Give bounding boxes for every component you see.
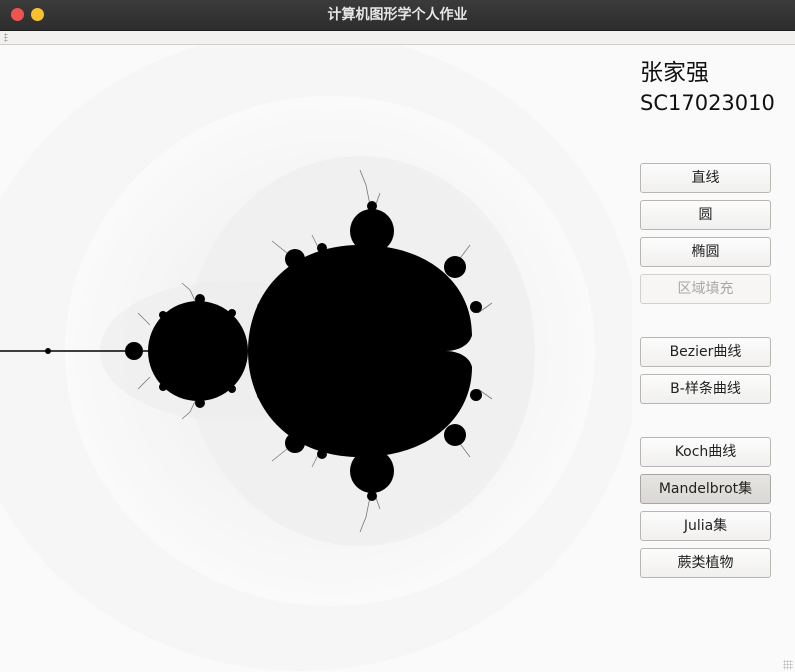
lower-small-bulb	[317, 449, 327, 459]
ellipse-button[interactable]: 椭圆	[640, 237, 771, 267]
upper-left-bulb	[285, 249, 305, 269]
left-top-mini	[257, 302, 267, 312]
b-spline-curve-button[interactable]: B-样条曲线	[640, 374, 771, 404]
toolbar-grip-icon[interactable]	[4, 33, 8, 42]
right-upper-mini	[470, 301, 482, 313]
circle-button[interactable]: 圆	[640, 200, 771, 230]
author-name: 张家强	[640, 60, 709, 86]
title-bar: 计算机图形学个人作业	[0, 0, 795, 31]
koch-curve-button[interactable]: Koch曲线	[640, 437, 771, 467]
toolbar-strip	[0, 31, 795, 45]
top-bulb	[350, 209, 394, 253]
upper-small-bulb	[317, 243, 327, 253]
mandelbrot-set-button[interactable]: Mandelbrot集	[640, 474, 771, 504]
left-bottom-mini	[257, 390, 267, 400]
region-fill-button: 区域填充	[640, 274, 771, 304]
drawing-canvas[interactable]	[0, 45, 632, 672]
student-id: SC17023010	[640, 91, 775, 115]
p2-upper-mini	[195, 294, 205, 304]
top-mini-bulb	[367, 201, 377, 211]
p2-lower-mini	[195, 398, 205, 408]
line-button[interactable]: 直线	[640, 163, 771, 193]
p2-lower-right-mini	[228, 385, 236, 393]
right-lower-mini	[470, 389, 482, 401]
lower-right-bulb	[444, 424, 466, 446]
bottom-bulb	[350, 449, 394, 493]
bottom-mini-bulb	[367, 491, 377, 501]
p2-upper-right-mini	[228, 309, 236, 317]
julia-set-button[interactable]: Julia集	[640, 511, 771, 541]
lower-left-bulb	[285, 433, 305, 453]
fern-button[interactable]: 蕨类植物	[640, 548, 771, 578]
p2-lower-left-mini	[159, 383, 167, 391]
p2-upper-left-mini	[159, 311, 167, 319]
spike-bulb	[125, 342, 143, 360]
main-cardioid	[248, 245, 472, 457]
bezier-curve-button[interactable]: Bezier曲线	[640, 337, 771, 367]
spike-minibrot	[45, 348, 51, 354]
resize-grip-icon[interactable]	[783, 660, 793, 670]
window-title: 计算机图形学个人作业	[327, 7, 468, 23]
control-panel: 张家强 SC17023010 直线 圆 椭圆 区域填充 Bezier曲线 B-样…	[632, 45, 795, 672]
mandelbrot-fractal	[0, 45, 632, 671]
upper-right-bulb	[444, 256, 466, 278]
